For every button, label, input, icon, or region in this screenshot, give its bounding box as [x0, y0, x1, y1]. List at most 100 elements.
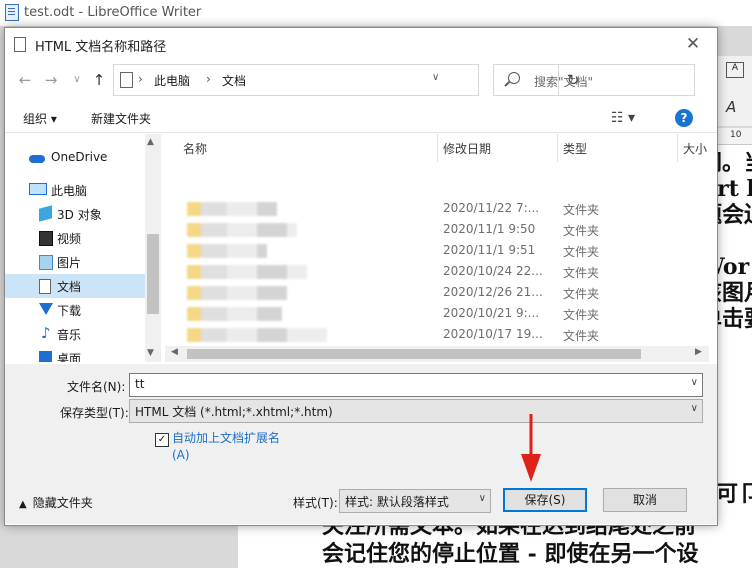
sidebar-item-video[interactable]: 视频: [5, 226, 145, 250]
divider: [5, 132, 717, 133]
column-divider: [557, 134, 558, 162]
style-value: 样式: 默认段落样式: [345, 495, 449, 509]
auto-extension-label[interactable]: 自动加上文档扩展名 (A): [172, 430, 280, 464]
table-row[interactable]: 2020/12/26 21... 文件夹: [165, 282, 709, 303]
table-row[interactable]: 2020/10/24 22... 文件夹: [165, 261, 709, 282]
download-icon: [39, 303, 53, 315]
hide-folders-button[interactable]: ▲ 隐藏文件夹: [19, 494, 93, 511]
sidebar-item-desktop[interactable]: 桌面: [5, 346, 145, 362]
search-icon: [508, 72, 520, 84]
column-header-type[interactable]: 类型: [563, 140, 587, 157]
row-type: 文件夹: [563, 224, 600, 238]
navigation-scrollbar[interactable]: ▲ ▼: [145, 134, 161, 362]
blurred-folder-name: [187, 307, 282, 321]
recent-locations-button[interactable]: ∨: [67, 70, 87, 90]
scroll-left-icon[interactable]: ◀: [171, 347, 178, 357]
save-button[interactable]: 保存(S): [503, 488, 587, 512]
table-row[interactable]: 2020/10/21 9:... 文件夹: [165, 303, 709, 324]
sidebar-item-pictures[interactable]: 图片: [5, 250, 145, 274]
filetype-value: HTML 文档 (*.html;*.xhtml;*.htm): [135, 405, 333, 419]
table-row[interactable]: 2020/10/17 19... 文件夹: [165, 324, 709, 345]
auto-extension-checkbox[interactable]: ✓: [155, 433, 169, 447]
desktop-icon: [39, 351, 52, 362]
sort-indicator-icon: ^: [305, 134, 314, 141]
column-divider: [437, 134, 438, 162]
red-arrow-annotation-icon: [521, 414, 541, 482]
command-bar: 组织 ▾ 新建文件夹 ☷ ▾ ?: [5, 106, 717, 132]
music-icon: ♪: [41, 324, 51, 342]
help-icon[interactable]: ?: [675, 109, 693, 127]
hide-folders-label: 隐藏文件夹: [32, 496, 93, 510]
sidebar-item-this-pc[interactable]: 此电脑: [5, 178, 145, 202]
row-type: 文件夹: [563, 266, 600, 280]
back-button[interactable]: ←: [15, 70, 35, 90]
row-date: 2020/11/1 9:51: [443, 243, 536, 257]
filename-input[interactable]: tt ∨: [129, 373, 703, 397]
pictures-icon: [39, 255, 53, 270]
sidebar-item-music[interactable]: ♪ 音乐: [5, 322, 145, 346]
scrollbar-thumb[interactable]: [147, 234, 159, 314]
blurred-folder-name: [187, 244, 267, 258]
blurred-folder-name: [187, 286, 287, 300]
dialog-title: HTML 文档名称和路径: [35, 40, 167, 55]
video-icon: [39, 231, 53, 246]
column-header-name[interactable]: 名称: [183, 140, 207, 157]
forward-button[interactable]: →: [41, 70, 61, 90]
column-header-size[interactable]: 大小: [683, 140, 707, 157]
address-bar[interactable]: › 此电脑 › 文档 ∨ ↻: [113, 64, 579, 96]
close-button[interactable]: ✕: [681, 32, 705, 56]
scroll-up-icon[interactable]: ▲: [147, 137, 154, 147]
table-row[interactable]: 2020/11/1 9:51 文件夹: [165, 240, 709, 261]
chevron-down-icon[interactable]: ∨: [691, 377, 698, 388]
font-color-icon[interactable]: A: [726, 98, 736, 116]
breadcrumb-documents[interactable]: 文档: [222, 72, 246, 89]
cancel-button[interactable]: 取消: [603, 488, 687, 512]
new-folder-button[interactable]: 新建文件夹: [91, 110, 151, 127]
sidebar-item-label: OneDrive: [51, 150, 108, 164]
search-box[interactable]: 搜索"文档": [493, 64, 695, 96]
sidebar-item-label: 文档: [57, 280, 82, 294]
navigation-pane: OneDrive 此电脑 3D 对象 视频 图片 文档 下载 ♪ 音乐 桌面: [5, 134, 161, 362]
organize-menu[interactable]: 组织 ▾: [23, 110, 57, 127]
text-icon[interactable]: A: [726, 62, 744, 78]
up-button[interactable]: ↑: [89, 70, 109, 90]
style-select[interactable]: 样式: 默认段落样式 ∨: [339, 489, 491, 513]
writer-document-icon: [5, 4, 19, 21]
computer-icon: [29, 183, 47, 195]
filetype-label: 保存类型(T):: [60, 406, 129, 420]
3d-objects-icon: [39, 205, 52, 222]
sidebar-item-downloads[interactable]: 下载: [5, 298, 145, 322]
computer-icon: [120, 72, 133, 88]
table-row[interactable]: 2020/11/22 7:... 文件夹: [165, 198, 709, 219]
column-header-date[interactable]: 修改日期: [443, 140, 491, 157]
sidebar-item-onedrive[interactable]: OneDrive: [5, 146, 145, 170]
doc-line: 会记住您的停止位置 - 即使在另一个设: [322, 541, 699, 567]
sidebar-item-label: 桌面: [57, 352, 82, 362]
dialog-file-icon: [14, 37, 26, 52]
doc-line: 可卩: [716, 481, 752, 507]
sidebar-item-label: 3D 对象: [57, 208, 102, 222]
row-type: 文件夹: [563, 203, 600, 217]
row-date: 2020/10/21 9:...: [443, 306, 540, 320]
chevron-down-icon[interactable]: ∨: [691, 403, 698, 414]
row-date: 2020/10/17 19...: [443, 327, 543, 341]
row-type: 文件夹: [563, 287, 600, 301]
row-date: 2020/12/26 21...: [443, 285, 543, 299]
table-row[interactable]: 2020/11/1 9:50 文件夹: [165, 219, 709, 240]
chevron-up-icon: ▲: [19, 499, 27, 510]
breadcrumb-this-pc[interactable]: 此电脑: [154, 72, 190, 89]
file-list-hscrollbar[interactable]: ◀ ▶: [165, 346, 709, 362]
view-options-icon[interactable]: ☷ ▾: [611, 110, 635, 126]
address-dropdown-icon[interactable]: ∨: [432, 72, 439, 83]
sidebar-item-documents[interactable]: 文档: [5, 274, 145, 298]
scrollbar-thumb[interactable]: [187, 349, 641, 359]
window-title: test.odt - LibreOffice Writer: [24, 5, 202, 20]
filetype-select[interactable]: HTML 文档 (*.html;*.xhtml;*.htm) ∨: [129, 399, 703, 423]
sidebar-toolbar[interactable]: A A: [718, 56, 752, 126]
sidebar-item-3d-objects[interactable]: 3D 对象: [5, 202, 145, 226]
chevron-down-icon[interactable]: ∨: [479, 493, 486, 504]
file-list: ^ 名称 修改日期 类型 大小 2020/11/22 7:... 文件夹 202…: [165, 134, 709, 362]
sidebar-item-label: 下载: [57, 304, 82, 318]
scroll-down-icon[interactable]: ▼: [147, 348, 154, 358]
scroll-right-icon[interactable]: ▶: [695, 347, 702, 357]
